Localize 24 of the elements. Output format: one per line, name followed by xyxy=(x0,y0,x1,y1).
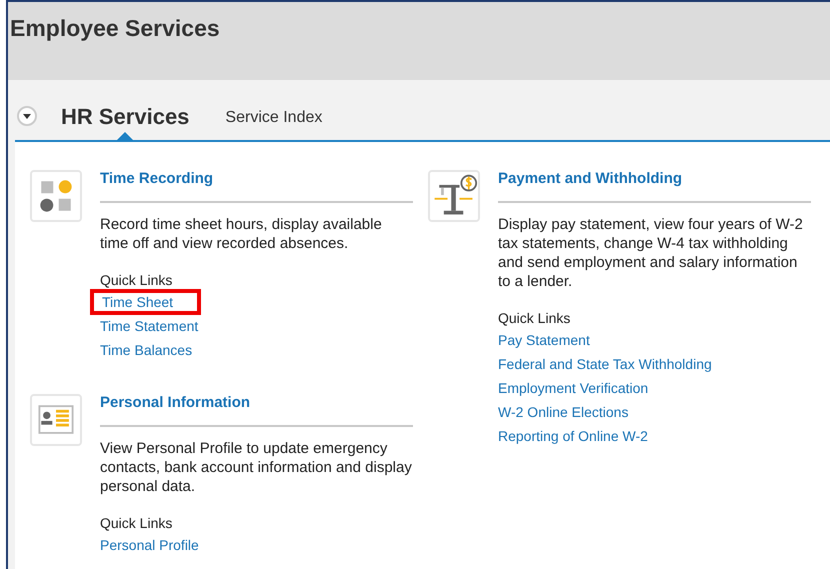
collapse-toggle-icon[interactable] xyxy=(17,106,37,126)
quick-link[interactable]: Reporting of Online W-2 xyxy=(498,424,648,448)
section-description: Record time sheet hours, display available time off and view recorded absences. xyxy=(100,214,383,253)
quick-link[interactable]: Federal and State Tax Withholding xyxy=(498,352,712,376)
section-description: View Personal Profile to update emergency contacts, bank account information and display personal data. xyxy=(100,438,413,496)
scale-coin-icon xyxy=(428,170,480,222)
section-description: Display pay statement, view four years of W-2 tax statements, change W-4 tax withholding and send employment and salary information to a lender. xyxy=(498,214,804,291)
quick-link[interactable]: Time Statement xyxy=(100,314,198,338)
quick-link[interactable]: Pay Statement xyxy=(498,328,590,352)
section-title[interactable]: Personal Information xyxy=(100,394,413,426)
quick-links-label: Quick Links xyxy=(498,308,570,328)
quick-link[interactable]: Employment Verification xyxy=(498,376,648,400)
quick-link[interactable]: Time Balances xyxy=(100,338,192,362)
quick-link[interactable]: W-2 Online Elections xyxy=(498,400,628,424)
section-title[interactable]: Time Recording xyxy=(100,170,413,203)
page-title: Employee Services xyxy=(10,14,220,43)
quick-links-label: Quick Links xyxy=(100,270,172,290)
profile-card-icon xyxy=(30,394,82,446)
section-title[interactable]: Payment and Withholding xyxy=(498,170,811,203)
highlighted-link[interactable]: Time Sheet xyxy=(90,288,202,315)
quick-link[interactable]: Personal Profile xyxy=(100,532,199,556)
tab[interactable]: Service Index xyxy=(225,108,322,140)
quick-links-label: Quick Links xyxy=(100,514,172,532)
shapes-icon xyxy=(30,170,82,222)
